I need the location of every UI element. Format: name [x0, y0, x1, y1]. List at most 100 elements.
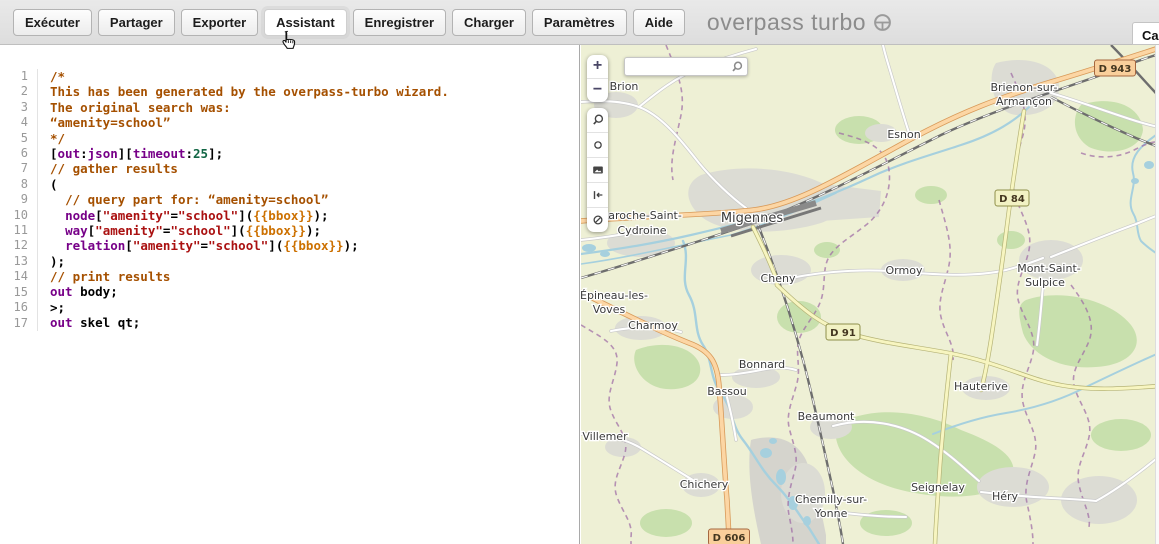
map-place-label: Mont-Saint-	[1017, 262, 1081, 275]
map-place-label: Chemilly-sur-	[795, 493, 867, 506]
zoom-out-button[interactable]: −	[587, 79, 608, 102]
code-line: [out:json][timeout:25];	[50, 146, 579, 161]
code-line: way["amenity"="school"]({{bbox}});	[50, 223, 579, 238]
toolbar-buttons: ExécuterPartagerExporterAssistantEnregis…	[13, 9, 691, 36]
road-shield: D 943	[1095, 60, 1136, 76]
map-tool-abort[interactable]	[587, 208, 608, 232]
svg-text:D 606: D 606	[713, 533, 746, 544]
code-line: relation["amenity"="school"]({{bbox}});	[50, 238, 579, 253]
map-place-label: Yonne	[814, 507, 848, 520]
map-place-label: Chichery	[680, 478, 729, 491]
svg-text:D 943: D 943	[1099, 64, 1132, 75]
map-place-label: Brienon-sur-	[990, 81, 1057, 94]
map-tool-locate[interactable]	[587, 133, 608, 158]
window-edge	[1155, 45, 1159, 544]
steering-wheel-icon	[873, 13, 892, 32]
line-number: 4	[0, 115, 28, 130]
line-number: 2	[0, 84, 28, 99]
line-number: 15	[0, 285, 28, 300]
code-editor[interactable]: 1234567891011121314151617 /*This has bee…	[0, 45, 580, 544]
line-number: 16	[0, 300, 28, 315]
toolbar-button-aide[interactable]: Aide	[633, 9, 685, 36]
map-place-label: Armançon	[996, 95, 1052, 108]
map-zoom-control: + −	[587, 55, 608, 102]
line-number: 3	[0, 100, 28, 115]
line-number: 6	[0, 146, 28, 161]
map-place-label: Épineau-les-	[581, 289, 648, 302]
line-number: 10	[0, 208, 28, 223]
code-line: This has been generated by the overpass-…	[50, 84, 579, 99]
line-number: 9	[0, 192, 28, 207]
map-tool-zoom-to-data[interactable]	[587, 108, 608, 133]
zoom-in-button[interactable]: +	[587, 55, 608, 79]
toolbar-button-assistant[interactable]: Assistant	[264, 9, 347, 36]
code-line: // gather results	[50, 161, 579, 176]
line-number: 5	[0, 131, 28, 146]
map-place-label: Voves	[593, 303, 626, 316]
cancel-icon	[591, 213, 605, 227]
code-line: (	[50, 177, 579, 192]
image-icon	[591, 163, 605, 177]
map-place-label: Migennes	[721, 211, 784, 226]
svg-text:D 91: D 91	[830, 328, 856, 339]
code-line: out skel qt;	[50, 315, 579, 330]
map-place-label: Ormoy	[886, 264, 923, 277]
map-place-label: Brion	[610, 80, 639, 93]
line-number: 1	[0, 69, 28, 84]
toolbar-button-executer[interactable]: Exécuter	[13, 9, 92, 36]
code-line: out body;	[50, 284, 579, 299]
search-input[interactable]	[629, 60, 733, 77]
collapse-left-icon	[591, 188, 605, 202]
circle-marker-icon	[591, 138, 605, 152]
app-logo-text: overpass turbo	[707, 9, 866, 35]
map-place-label: Esnon	[887, 128, 920, 141]
magnifier-icon	[591, 113, 605, 127]
toolbar-button-partager[interactable]: Partager	[98, 9, 175, 36]
road-shield: D 606	[709, 529, 750, 544]
line-number: 13	[0, 254, 28, 269]
line-number: 17	[0, 316, 28, 331]
toolbar-button-enregistrer[interactable]: Enregistrer	[353, 9, 446, 36]
editor-code: /*This has been generated by the overpas…	[38, 69, 579, 331]
code-line: The original search was:	[50, 100, 579, 115]
road-shield: D 91	[826, 324, 860, 340]
code-line: >;	[50, 300, 579, 315]
code-line: “amenity=school”	[50, 115, 579, 130]
map-place-label: Bassou	[707, 385, 746, 398]
carte-button[interactable]: Ca	[1132, 22, 1159, 45]
map-place-label: Hauterive	[954, 380, 1008, 393]
magnifier-icon[interactable]	[730, 60, 744, 79]
map-panel[interactable]: D 943 D 84 D 91 D 606 Brion Brienon-sur-Arma…	[581, 45, 1159, 544]
map-place-label: Laroche-Saint-	[602, 209, 682, 222]
app-logo: overpass turbo	[707, 9, 892, 36]
line-number: 11	[0, 223, 28, 238]
map-place-label: Villemer	[582, 430, 628, 443]
code-line: // query part for: “amenity=school”	[50, 192, 579, 207]
map-tool-collapse-panel[interactable]	[587, 183, 608, 208]
map-search-box	[624, 57, 748, 76]
code-line: /*	[50, 69, 579, 84]
code-line: );	[50, 254, 579, 269]
line-number: 8	[0, 177, 28, 192]
line-number: 7	[0, 161, 28, 176]
map-place-label: Cheny	[761, 272, 796, 285]
map-place-label: Bonnard	[739, 358, 785, 371]
code-line: node["amenity"="school"]({{bbox}});	[50, 208, 579, 223]
line-number: 14	[0, 269, 28, 284]
toolbar-button-charger[interactable]: Charger	[452, 9, 526, 36]
svg-text:D 84: D 84	[999, 194, 1025, 205]
toolbar-button-exporter[interactable]: Exporter	[181, 9, 258, 36]
map-toolbar	[587, 108, 608, 232]
map-place-label: Héry	[992, 490, 1019, 503]
map-place-label: Seignelay	[911, 481, 965, 494]
code-line: */	[50, 131, 579, 146]
map-tool-export-image[interactable]	[587, 158, 608, 183]
map-place-label: Sulpice	[1025, 276, 1065, 289]
editor-gutter: 1234567891011121314151617	[0, 69, 38, 331]
toolbar-button-parametres[interactable]: Paramètres	[532, 9, 627, 36]
map-canvas[interactable]: D 943 D 84 D 91 D 606 Brion Brienon-sur-Arma…	[581, 45, 1159, 544]
map-place-label: Beaumont	[798, 410, 855, 423]
code-line: // print results	[50, 269, 579, 284]
toolbar: ExécuterPartagerExporterAssistantEnregis…	[0, 0, 1159, 45]
map-place-label: Charmoy	[628, 319, 678, 332]
